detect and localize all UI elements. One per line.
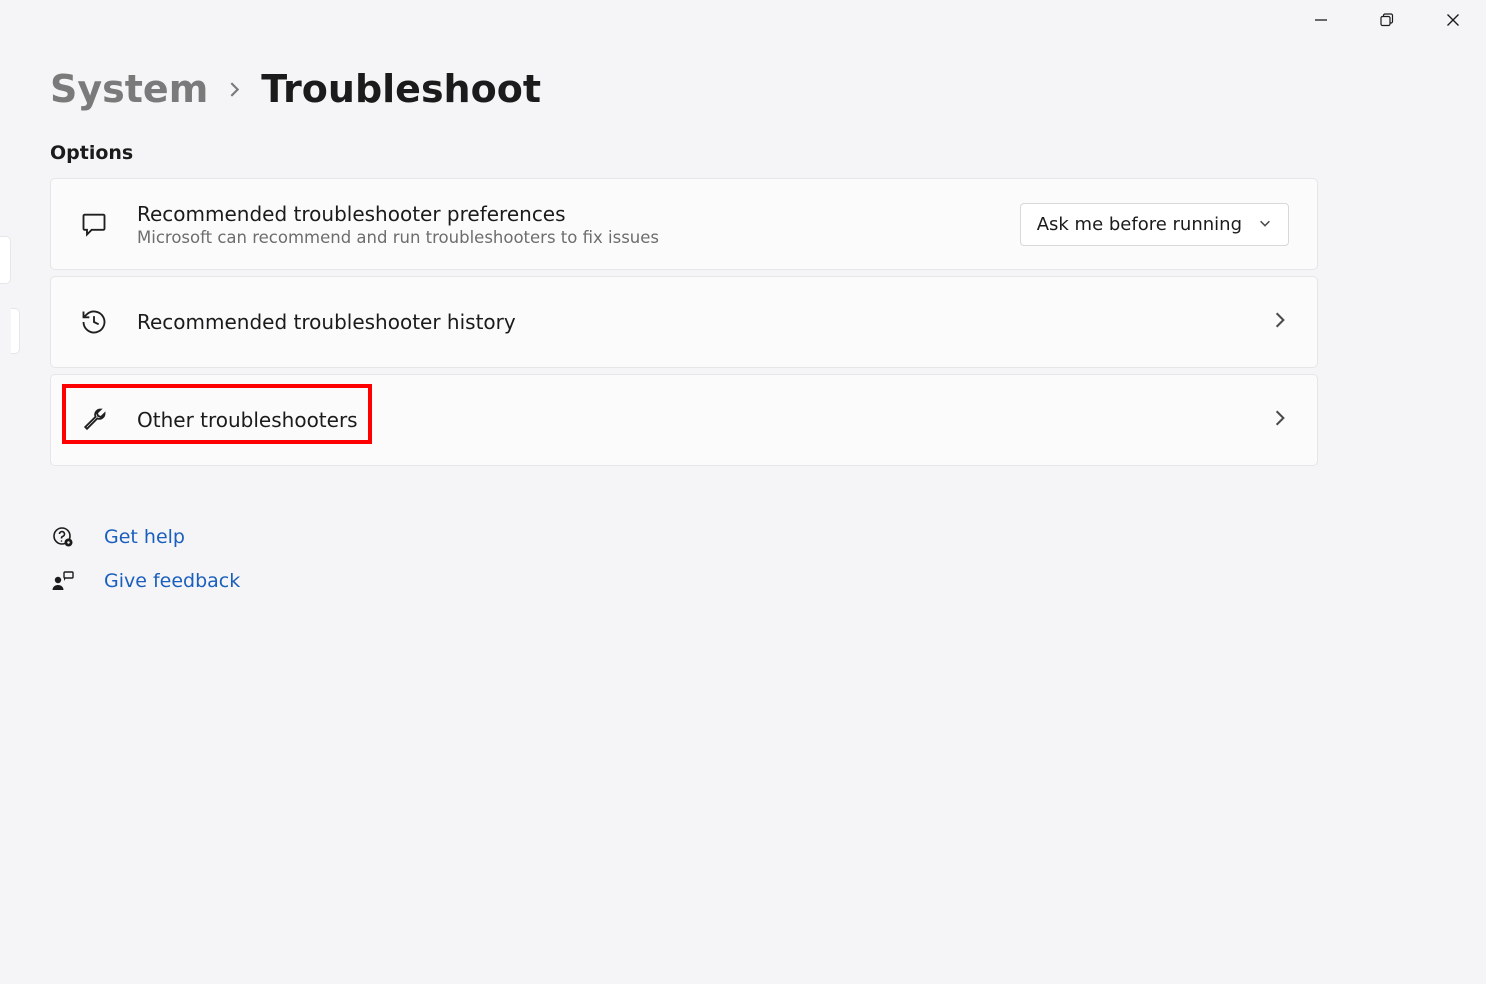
card-title: Recommended troubleshooter preferences [137, 202, 992, 226]
card-title: Recommended troubleshooter history [137, 310, 1243, 334]
card-title: Other troubleshooters [137, 408, 1243, 432]
chevron-down-icon [1258, 214, 1272, 235]
section-label: Options [50, 142, 1318, 164]
close-button[interactable] [1420, 0, 1486, 40]
get-help-link[interactable]: Get help [50, 524, 1318, 550]
history-icon [79, 307, 109, 337]
give-feedback-link[interactable]: Give feedback [50, 568, 1318, 594]
sidebar-peek [0, 236, 11, 284]
help-links: Get help Give feedback [50, 524, 1318, 594]
card-subtitle: Microsoft can recommend and run troubles… [137, 228, 992, 247]
link-label: Get help [104, 526, 185, 548]
maximize-button[interactable] [1354, 0, 1420, 40]
dropdown-value: Ask me before running [1037, 214, 1242, 235]
card-other-troubleshooters[interactable]: Other troubleshooters [50, 374, 1318, 466]
chevron-right-icon [1271, 311, 1289, 333]
minimize-button[interactable] [1288, 0, 1354, 40]
page-title: Troubleshoot [261, 70, 541, 108]
breadcrumb-parent[interactable]: System [50, 70, 208, 108]
chat-bubble-icon [79, 209, 109, 239]
card-recommended-preferences: Recommended troubleshooter preferences M… [50, 178, 1318, 270]
options-list: Recommended troubleshooter preferences M… [50, 178, 1318, 466]
window-controls [1288, 0, 1486, 40]
help-icon [50, 524, 76, 550]
link-label: Give feedback [104, 570, 240, 592]
chevron-right-icon [1271, 409, 1289, 431]
card-recommended-history[interactable]: Recommended troubleshooter history [50, 276, 1318, 368]
sidebar-peek [11, 308, 20, 354]
page-content: System Troubleshoot Options Recommended … [50, 70, 1318, 594]
feedback-icon [50, 568, 76, 594]
chevron-right-icon [226, 81, 243, 98]
breadcrumb: System Troubleshoot [50, 70, 1318, 108]
preferences-dropdown[interactable]: Ask me before running [1020, 203, 1289, 246]
wrench-icon [79, 405, 109, 435]
